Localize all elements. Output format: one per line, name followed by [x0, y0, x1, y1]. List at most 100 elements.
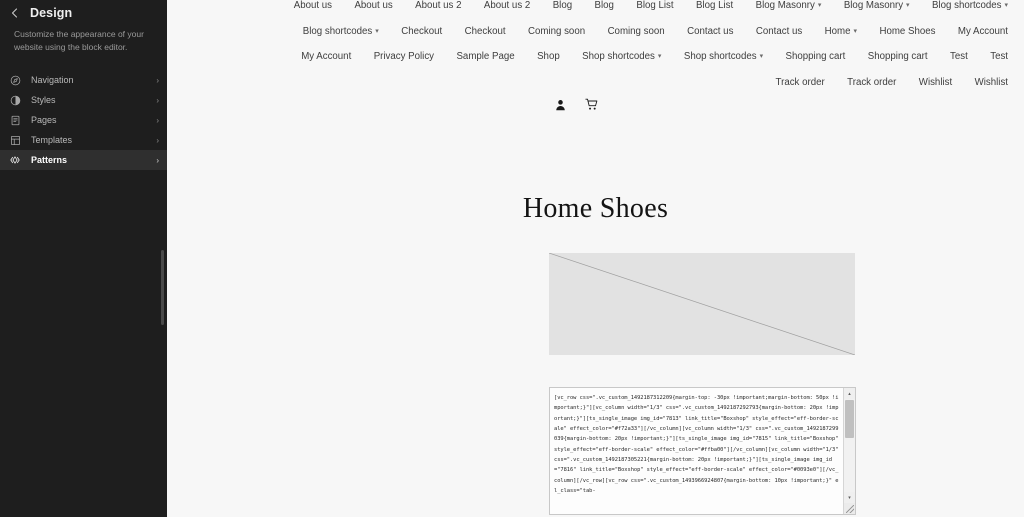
contrast-icon	[8, 93, 22, 107]
chevron-left-icon[interactable]	[6, 5, 22, 21]
nav-link[interactable]: About us 2	[415, 0, 461, 19]
nav-link-label: Blog shortcodes	[932, 0, 1002, 11]
account-icon[interactable]	[553, 95, 567, 111]
nav-link[interactable]: Contact us	[687, 20, 733, 45]
nav-link[interactable]: Sample Page	[456, 45, 514, 70]
nav-link-label: Home Shoes	[879, 25, 936, 37]
nav-link[interactable]: My Account	[958, 20, 1008, 45]
nav-link-label: Blog shortcodes	[302, 25, 373, 37]
chevron-down-icon: ▾	[759, 53, 764, 60]
nav-link[interactable]: Blog List	[636, 0, 673, 19]
chevron-right-icon: ›	[156, 75, 159, 85]
nav-link-label: About us	[354, 0, 393, 11]
nav-link[interactable]: Home Shoes	[879, 20, 935, 45]
site-frame: About us About us About us 2 About us 2 …	[167, 0, 1024, 517]
nav-link[interactable]: Blog shortcodes ▾	[932, 0, 1008, 20]
nav-link[interactable]: Test	[990, 45, 1008, 70]
nav-link-label: Privacy Policy	[373, 51, 435, 62]
chevron-down-icon: ▾	[1004, 2, 1008, 9]
sidebar-scrollbar-thumb[interactable]	[161, 250, 164, 325]
nav-link-label: Blog Masonry	[843, 0, 904, 11]
nav-link[interactable]: My Account	[301, 45, 351, 70]
textarea-scrollbar[interactable]: ▴ ▾	[843, 388, 855, 514]
scrollbar-thumb[interactable]	[845, 400, 854, 438]
nav-row: About us About us About us 2 About us 2 …	[167, 0, 1008, 20]
nav-link-label: My Account	[957, 25, 1008, 37]
nav-link[interactable]: Track order	[847, 71, 896, 96]
nav-link[interactable]: About us 2	[484, 0, 530, 19]
nav-link[interactable]: Shopping cart	[868, 45, 928, 70]
page-icon	[8, 113, 22, 127]
sidebar-header: Design	[0, 0, 167, 22]
sidebar-item-templates[interactable]: Templates ›	[0, 130, 167, 150]
nav-link[interactable]: Checkout	[401, 20, 442, 45]
chevron-right-icon: ›	[156, 95, 159, 105]
nav-link[interactable]: Shop shortcodes ▾	[582, 45, 661, 71]
nav-link-label: Shop shortcodes	[683, 51, 757, 62]
nav-link-label: Shopping cart	[785, 51, 846, 62]
nav-link-label: Checkout	[401, 25, 443, 37]
nav-link[interactable]: Privacy Policy	[374, 45, 434, 70]
chevron-down-icon: ▾	[906, 2, 910, 9]
nav-link[interactable]: Home ▾	[825, 20, 857, 46]
sidebar-item-navigation[interactable]: Navigation ›	[0, 70, 167, 90]
site-preview-canvas: About us About us About us 2 About us 2 …	[167, 0, 1024, 517]
site-toolbar-icons	[553, 95, 598, 111]
nav-link-label: Coming soon	[528, 25, 586, 37]
chevron-right-icon: ›	[156, 115, 159, 125]
chevron-down-icon: ▾	[657, 53, 662, 60]
nav-link-label: Blog	[594, 0, 614, 11]
nav-link[interactable]: Blog	[553, 0, 572, 19]
shortcode-textarea[interactable]: [vc_row css=".vc_custom_1492187312209{ma…	[549, 387, 856, 515]
nav-link-label: Checkout	[464, 25, 506, 37]
nav-row: Blog shortcodes ▾ Checkout Checkout Comin…	[167, 20, 1008, 46]
sidebar-item-label: Styles	[31, 95, 56, 106]
compass-icon	[8, 73, 22, 87]
nav-link[interactable]: Blog Masonry ▾	[844, 0, 910, 20]
sidebar-nav-list: Navigation › Styles › Pages › Templates …	[0, 70, 167, 171]
sidebar-item-patterns[interactable]: Patterns ›	[0, 150, 167, 171]
nav-link[interactable]: Blog Masonry ▾	[756, 0, 822, 20]
nav-link-label: My Account	[301, 51, 352, 62]
nav-link-label: About us 2	[415, 0, 462, 11]
nav-link-label: Test	[990, 51, 1008, 62]
nav-link[interactable]: Wishlist	[919, 71, 952, 96]
nav-link[interactable]: Blog	[595, 0, 614, 19]
nav-link[interactable]: About us	[354, 0, 392, 19]
sidebar-item-label: Templates	[31, 135, 73, 146]
nav-link[interactable]: Test	[950, 45, 968, 70]
nav-link[interactable]: Checkout	[465, 20, 506, 45]
scroll-down-icon[interactable]: ▾	[844, 492, 855, 503]
nav-link[interactable]: Blog shortcodes ▾	[303, 20, 379, 46]
app-root: Design Customize the appearance of your …	[0, 0, 1024, 517]
nav-link-label: Contact us	[687, 25, 734, 37]
nav-link-label: Wishlist	[974, 76, 1008, 88]
nav-link-label: Shop shortcodes	[582, 51, 655, 62]
nav-link[interactable]: Wishlist	[975, 71, 1008, 96]
nav-link-label: Blog	[552, 0, 573, 11]
nav-link[interactable]: Coming soon	[608, 20, 665, 45]
site-page-heading: Home Shoes	[522, 193, 669, 224]
resize-handle-icon[interactable]	[844, 503, 855, 514]
design-sidebar: Design Customize the appearance of your …	[0, 0, 167, 517]
nav-row: Track order Track order Wishlist Wishlis…	[167, 71, 1008, 96]
nav-link[interactable]: Blog List	[696, 0, 733, 19]
sidebar-item-styles[interactable]: Styles ›	[0, 90, 167, 110]
nav-link[interactable]: Shop shortcodes ▾	[684, 45, 763, 71]
nav-link[interactable]: Contact us	[756, 20, 802, 45]
chevron-down-icon: ▾	[853, 27, 857, 35]
patterns-icon	[8, 153, 22, 167]
nav-link[interactable]: About us	[294, 0, 332, 19]
shortcode-textarea-value[interactable]: [vc_row css=".vc_custom_1492187312209{ma…	[550, 388, 843, 514]
nav-link[interactable]: Coming soon	[528, 20, 585, 45]
shopping-cart-icon[interactable]	[584, 95, 598, 111]
nav-link-label: Track order	[775, 76, 825, 88]
nav-link-label: Track order	[847, 76, 897, 88]
page-title: Design	[30, 6, 73, 20]
nav-link[interactable]: Shop	[537, 45, 560, 70]
sidebar-item-pages[interactable]: Pages ›	[0, 110, 167, 130]
nav-link[interactable]: Track order	[776, 71, 825, 96]
scroll-up-icon[interactable]: ▴	[844, 388, 855, 399]
chevron-right-icon: ›	[156, 135, 159, 145]
nav-link[interactable]: Shopping cart	[786, 45, 846, 70]
